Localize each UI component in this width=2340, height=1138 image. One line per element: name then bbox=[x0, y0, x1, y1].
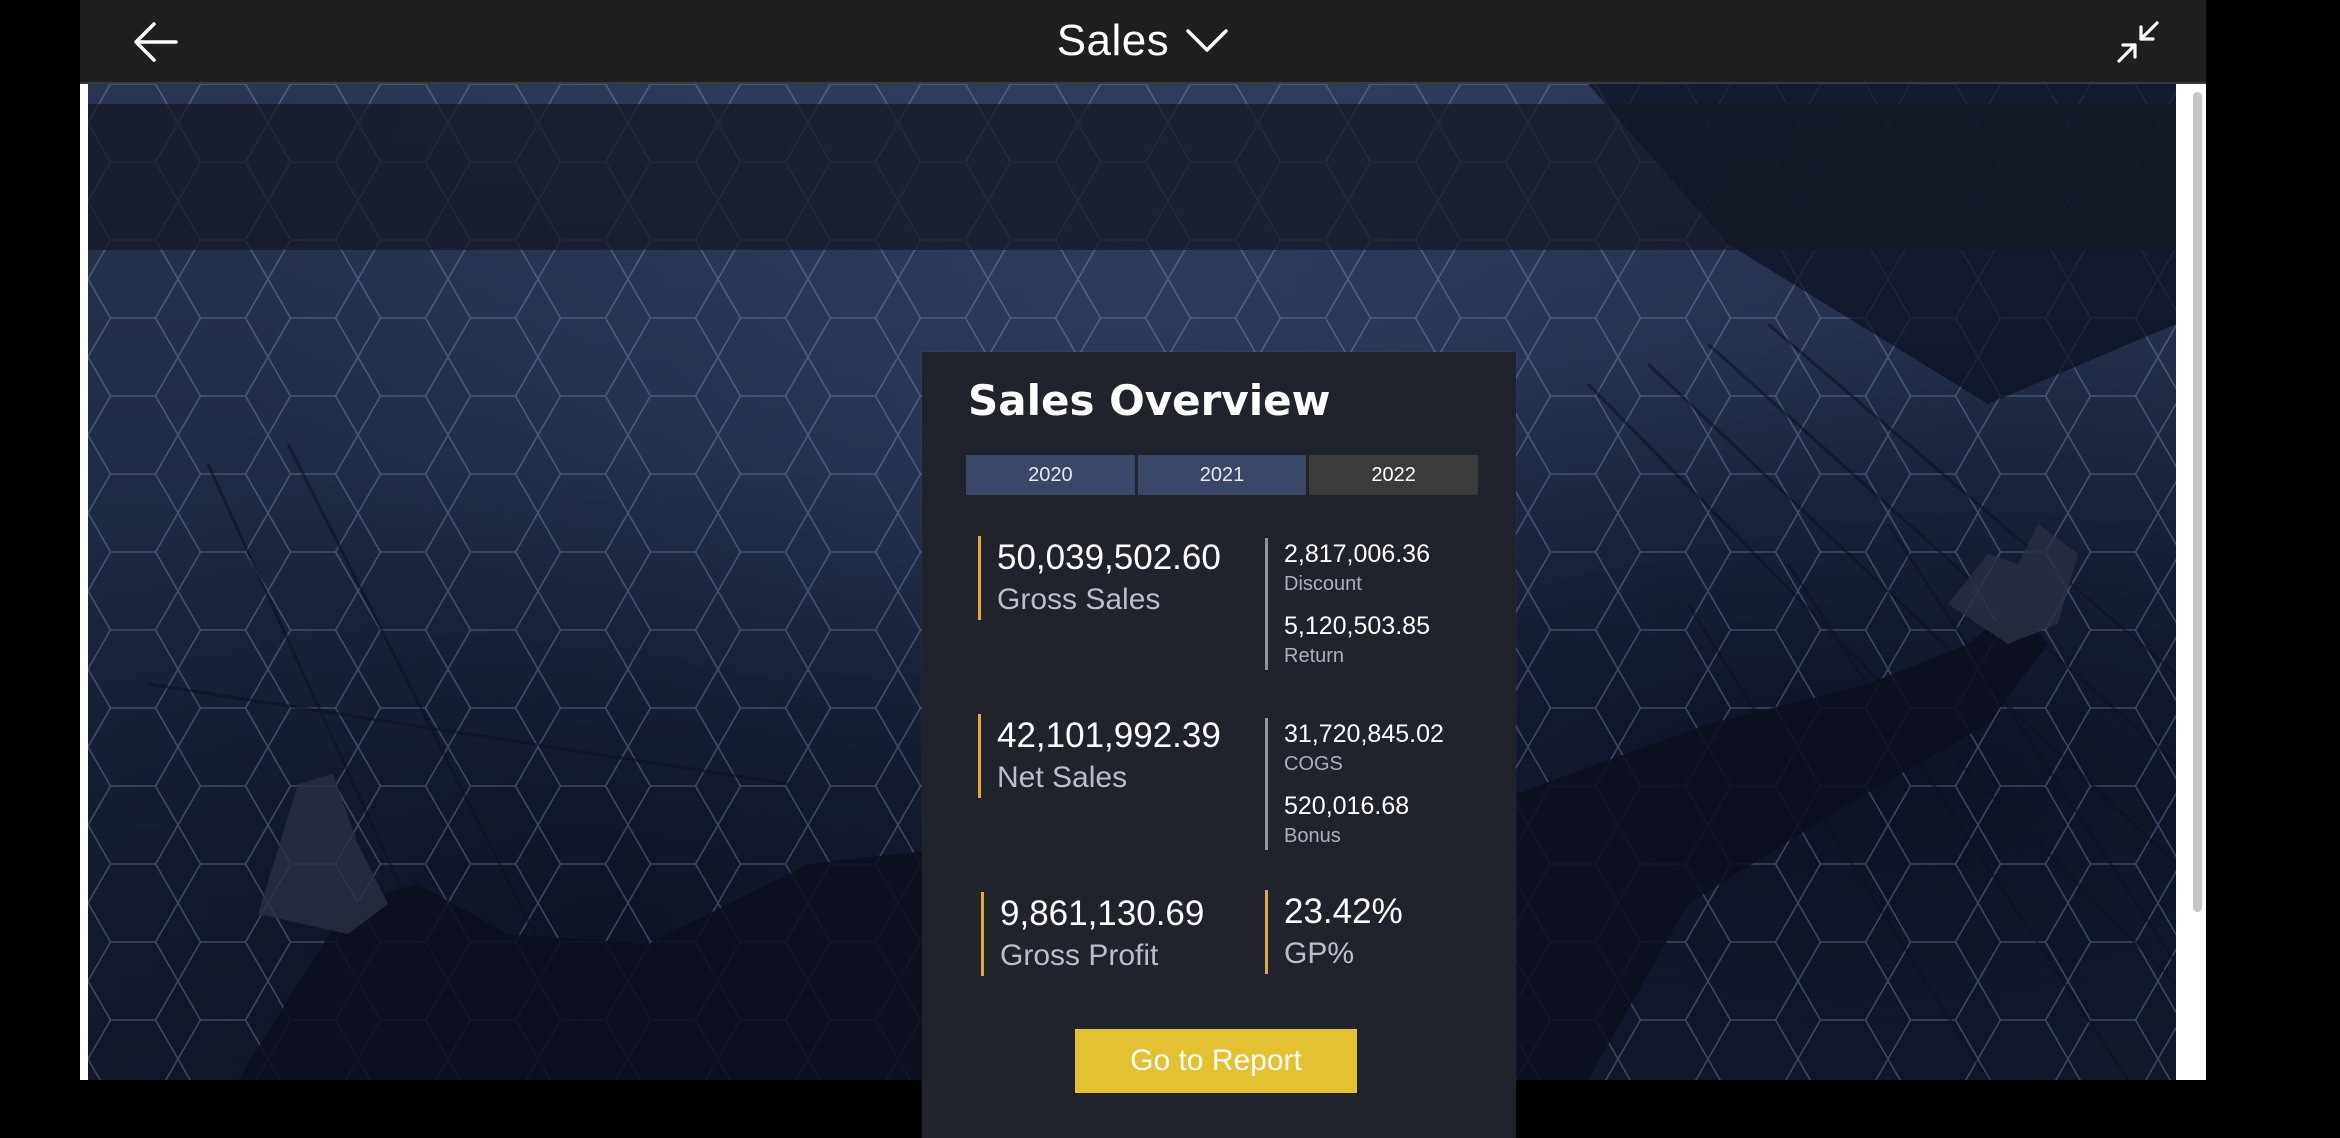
report-canvas: Sales Overview 2020 2021 2022 50,039,502… bbox=[80, 84, 2206, 1138]
gross-sales-kpi: 50,039,502.60 Gross Sales bbox=[978, 536, 1221, 620]
return-label: Return bbox=[1284, 645, 1345, 667]
return-kpi: 5,120,503.85 Return bbox=[1284, 610, 1430, 670]
year-slicer: 2020 2021 2022 bbox=[966, 455, 1479, 495]
gross-sales-label: Gross Sales bbox=[997, 583, 1161, 616]
net-sales-kpi: 42,101,992.39 Net Sales bbox=[978, 714, 1221, 798]
bonus-label: Bonus bbox=[1284, 825, 1341, 847]
return-value: 5,120,503.85 bbox=[1284, 612, 1430, 640]
report-title-dropdown[interactable]: Sales bbox=[1057, 16, 1230, 66]
cogs-bonus-kpis: 31,720,845.02 COGS 520,016.68 Bonus bbox=[1265, 718, 1444, 850]
exit-fullscreen-button[interactable] bbox=[2110, 14, 2166, 70]
app-bar: Sales bbox=[80, 0, 2206, 84]
year-tab-2020[interactable]: 2020 bbox=[966, 455, 1135, 495]
sales-overview-card: Sales Overview 2020 2021 2022 50,039,502… bbox=[922, 352, 1516, 1138]
cogs-kpi: 31,720,845.02 COGS bbox=[1284, 718, 1444, 778]
bonus-kpi: 520,016.68 Bonus bbox=[1284, 790, 1444, 850]
net-sales-label: Net Sales bbox=[997, 761, 1128, 794]
discount-label: Discount bbox=[1284, 573, 1362, 595]
collapse-arrows-icon bbox=[2117, 21, 2159, 63]
arrow-left-icon bbox=[134, 22, 178, 62]
scrollbar-thumb[interactable] bbox=[2193, 92, 2202, 912]
back-button[interactable] bbox=[128, 14, 184, 70]
screen: Sales Sales Overview 2020 2021 2022 50,0… bbox=[0, 0, 2340, 1138]
chevron-down-icon bbox=[1186, 29, 1229, 52]
discount-return-kpis: 2,817,006.36 Discount 5,120,503.85 Retur… bbox=[1265, 538, 1430, 670]
gross-profit-kpi: 9,861,130.69 Gross Profit bbox=[981, 892, 1204, 976]
card-title: Sales Overview bbox=[968, 376, 1331, 425]
gross-profit-value: 9,861,130.69 bbox=[1000, 894, 1205, 933]
gp-percent-label: GP% bbox=[1284, 937, 1355, 970]
canvas-edge bbox=[80, 84, 88, 1080]
net-sales-value: 42,101,992.39 bbox=[997, 716, 1221, 755]
cogs-label: COGS bbox=[1284, 753, 1343, 775]
discount-value: 2,817,006.36 bbox=[1284, 540, 1430, 568]
report-header-band bbox=[88, 104, 2176, 250]
report-title: Sales bbox=[1056, 16, 1170, 65]
go-to-report-button[interactable]: Go to Report bbox=[1075, 1029, 1357, 1093]
gross-profit-label: Gross Profit bbox=[1000, 939, 1159, 972]
year-tab-2022[interactable]: 2022 bbox=[1309, 455, 1479, 495]
gross-sales-value: 50,039,502.60 bbox=[997, 538, 1221, 577]
gp-percent-kpi: 23.42% GP% bbox=[1265, 890, 1403, 974]
year-tab-2021[interactable]: 2021 bbox=[1137, 455, 1307, 495]
cogs-value: 31,720,845.02 bbox=[1284, 720, 1444, 748]
bonus-value: 520,016.68 bbox=[1284, 792, 1410, 820]
discount-kpi: 2,817,006.36 Discount bbox=[1284, 538, 1430, 598]
gp-percent-value: 23.42% bbox=[1284, 892, 1403, 931]
